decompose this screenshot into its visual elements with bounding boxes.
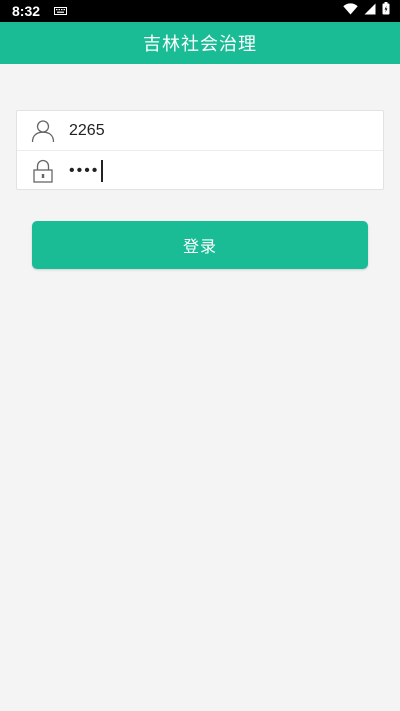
password-field[interactable]: •••• [69,160,103,182]
status-icons [343,2,390,20]
text-cursor [101,160,103,182]
keyboard-icon [54,7,68,15]
cellular-icon [364,2,376,20]
status-time: 8:32 [12,3,41,19]
login-button[interactable]: 登录 [32,221,368,269]
password-masked-value: •••• [69,162,100,179]
status-bar: 8:32 [0,0,400,22]
username-row[interactable]: 2265 [17,111,383,151]
user-icon [17,111,69,151]
app-bar: 吉林社会治理 [0,22,400,64]
wifi-icon [343,2,358,20]
login-form: 2265 •••• [16,110,384,190]
app-title: 吉林社会治理 [143,34,257,54]
password-row[interactable]: •••• [17,151,383,191]
battery-icon [382,2,390,20]
lock-icon [17,151,69,191]
username-field[interactable]: 2265 [69,122,105,140]
